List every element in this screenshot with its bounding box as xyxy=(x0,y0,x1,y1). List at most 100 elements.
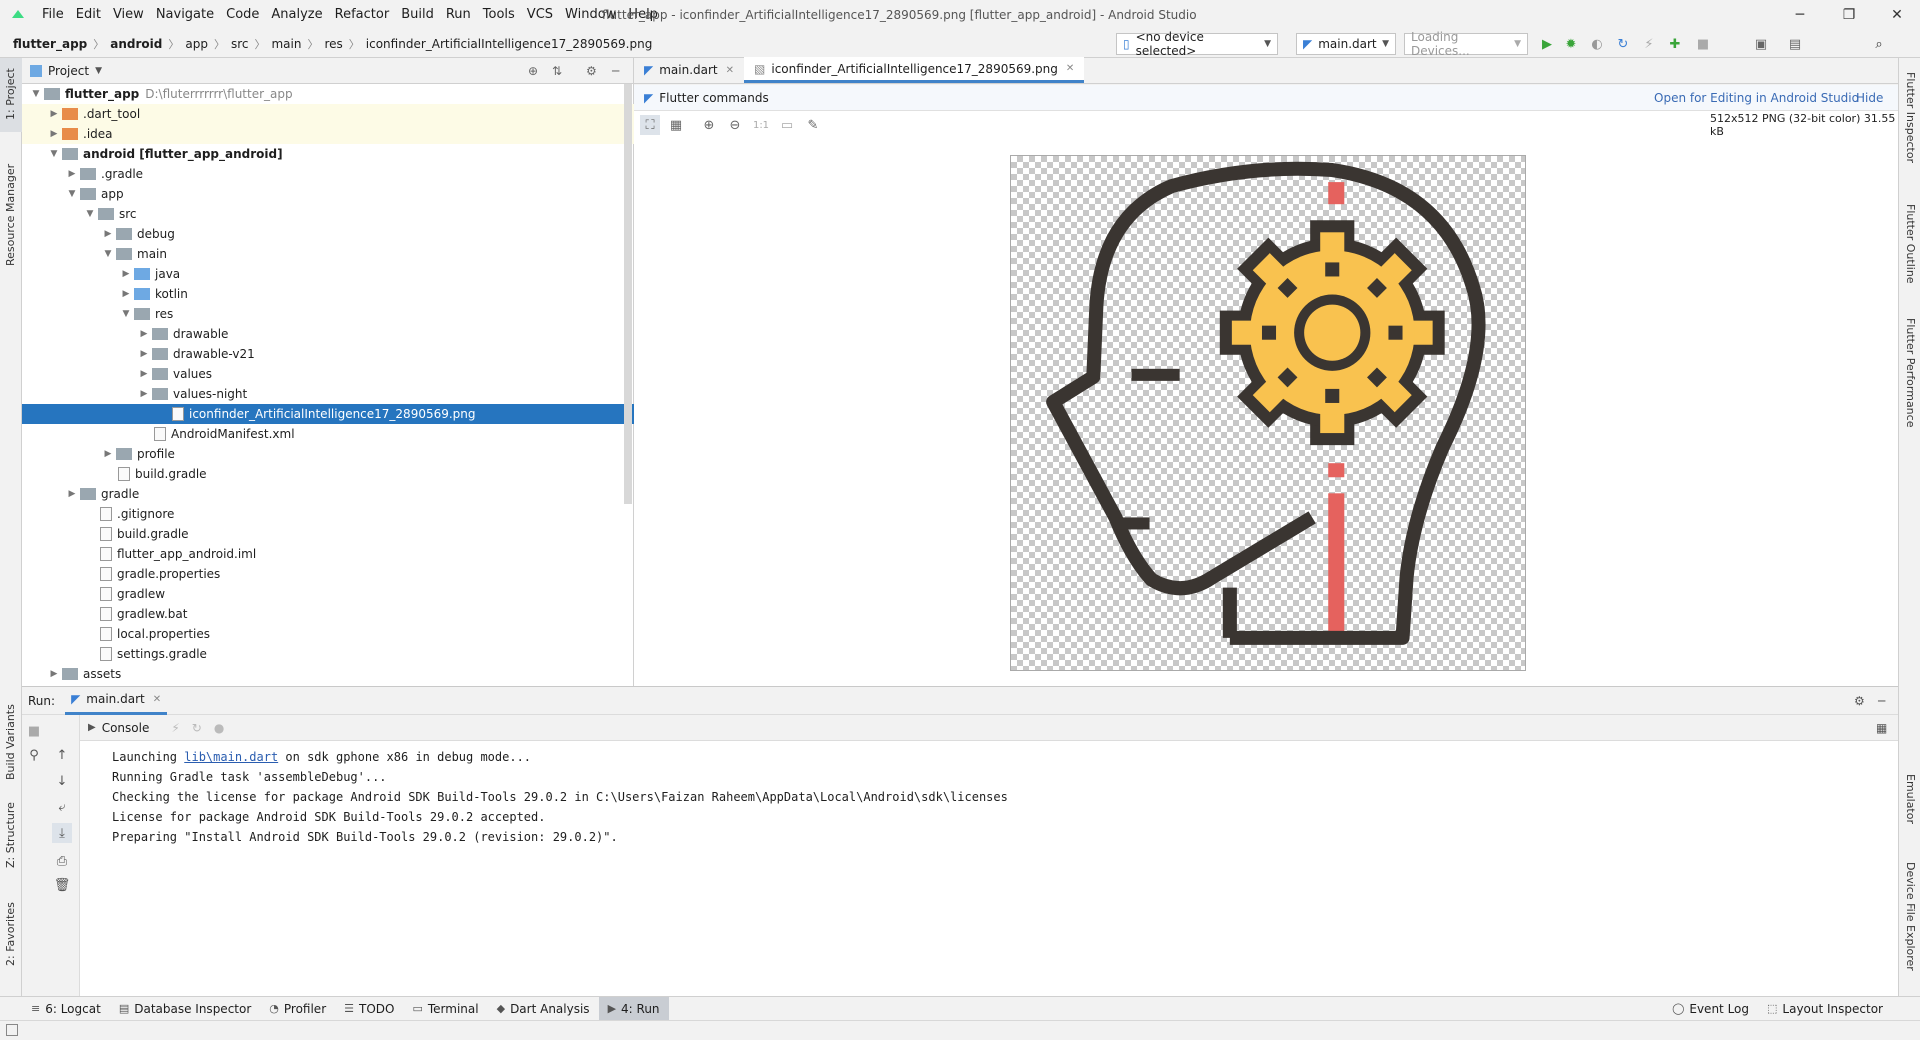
tree-row[interactable]: .gitignore xyxy=(22,504,634,524)
sdk-manager-icon[interactable]: ▣ xyxy=(1752,35,1770,53)
project-tree-scrollbar[interactable] xyxy=(624,84,632,504)
tree-row[interactable]: local.properties xyxy=(22,624,634,644)
collapsed-arrow-icon[interactable]: ▶ xyxy=(66,489,78,499)
record-icon[interactable]: ● xyxy=(214,721,224,735)
maximize-button[interactable]: ❐ xyxy=(1826,0,1872,30)
tree-row[interactable]: ▶ .idea xyxy=(22,124,634,144)
menu-run[interactable]: Run xyxy=(440,0,477,30)
collapsed-arrow-icon[interactable]: ▶ xyxy=(48,109,60,119)
editor-tab[interactable]: ▧ iconfinder_ArtificialIntelligence17_289… xyxy=(744,57,1085,83)
target-device-selector[interactable]: Loading Devices... ▼ xyxy=(1404,30,1528,58)
attach-debugger-icon[interactable]: ✚ xyxy=(1666,35,1684,53)
tree-row[interactable]: ▼ main xyxy=(22,244,634,264)
tree-row[interactable]: iconfinder_ArtificialIntelligence17_2890… xyxy=(22,404,634,424)
expanded-arrow-icon[interactable]: ▼ xyxy=(84,209,96,219)
grid-icon[interactable]: ▦ xyxy=(666,115,686,135)
gear-icon[interactable]: ⚙ xyxy=(586,64,597,78)
editor-tab[interactable]: ◤ main.dart ✕ xyxy=(634,57,744,83)
breadcrumb-item[interactable]: res xyxy=(321,37,345,51)
tree-row[interactable]: ▼ flutter_app D:\fluterrrrrrr\flutter_app xyxy=(22,84,634,104)
hot-restart-icon[interactable]: ↻ xyxy=(192,721,202,735)
expanded-arrow-icon[interactable]: ▼ xyxy=(102,249,114,259)
collapsed-arrow-icon[interactable]: ▶ xyxy=(138,329,150,339)
menu-refactor[interactable]: Refactor xyxy=(329,0,396,30)
collapsed-arrow-icon[interactable]: ▶ xyxy=(138,389,150,399)
tree-row[interactable]: ▼ res xyxy=(22,304,634,324)
tree-row[interactable]: AndroidManifest.xml xyxy=(22,424,634,444)
tree-row[interactable]: flutter_app_android.iml xyxy=(22,544,634,564)
run-config-selector[interactable]: ◤ main.dart ▼ xyxy=(1296,33,1396,55)
scroll-to-end-icon[interactable]: ⤓ xyxy=(52,823,72,843)
console-file-link[interactable]: lib\main.dart xyxy=(184,750,278,764)
gear-icon[interactable]: ⚙ xyxy=(1854,694,1865,708)
scroll-down-icon[interactable]: ↓ xyxy=(52,771,72,791)
tree-row[interactable]: ▶ assets xyxy=(22,664,634,684)
stop-icon[interactable]: ■ xyxy=(24,721,44,741)
menu-build[interactable]: Build xyxy=(395,0,440,30)
minimize-button[interactable]: ─ xyxy=(1777,0,1823,30)
menu-analyze[interactable]: Analyze xyxy=(265,0,328,30)
structure-tool-label[interactable]: Z: Structure xyxy=(4,802,17,868)
console-tab[interactable]: Console xyxy=(102,721,150,735)
favorites-tool-label[interactable]: 2: Favorites xyxy=(4,902,17,966)
tool-window-button[interactable]: ⬚ Layout Inspector xyxy=(1758,997,1892,1021)
expanded-arrow-icon[interactable]: ▼ xyxy=(66,189,78,199)
tool-window-button[interactable]: ▤ Database Inspector xyxy=(110,997,260,1021)
breadcrumb-item[interactable]: flutter_app xyxy=(10,37,90,51)
tree-row[interactable]: gradlew.bat xyxy=(22,604,634,624)
expanded-arrow-icon[interactable]: ▼ xyxy=(48,149,60,159)
debug-icon[interactable]: ✹ xyxy=(1562,35,1580,53)
hide-panel-icon[interactable]: ─ xyxy=(1878,694,1885,708)
stop-icon[interactable]: ■ xyxy=(1694,35,1712,53)
tree-row[interactable]: ▶ java xyxy=(22,264,634,284)
breadcrumb-item[interactable]: src xyxy=(228,37,252,51)
tree-row[interactable]: settings.gradle xyxy=(22,644,634,664)
trash-icon[interactable]: 🗑 xyxy=(52,875,72,895)
flutter-outline-tool-label[interactable]: Flutter Outline xyxy=(1904,204,1917,284)
tree-row[interactable]: ▼ android [flutter_app_android] xyxy=(22,144,634,164)
tree-row[interactable]: gradle.properties xyxy=(22,564,634,584)
collapsed-arrow-icon[interactable]: ▶ xyxy=(102,229,114,239)
menu-edit[interactable]: Edit xyxy=(70,0,107,30)
project-view-selector[interactable]: Project xyxy=(48,64,89,78)
tree-row[interactable]: ▶ gradle xyxy=(22,484,634,504)
close-tab-icon[interactable]: ✕ xyxy=(153,694,161,705)
search-icon[interactable]: ⌕ xyxy=(1870,35,1888,53)
chevron-down-icon[interactable]: ▼ xyxy=(95,66,102,76)
tree-row[interactable]: ▶ .gradle xyxy=(22,164,634,184)
layout-toggle-icon[interactable] xyxy=(6,1024,18,1036)
breadcrumb-item[interactable]: android xyxy=(107,37,165,51)
layout-options-icon[interactable]: ▦ xyxy=(1876,721,1887,735)
flutter-performance-tool-label[interactable]: Flutter Performance xyxy=(1904,318,1917,427)
tree-row[interactable]: ▶ kotlin xyxy=(22,284,634,304)
breadcrumb-item[interactable]: app xyxy=(182,37,211,51)
tree-row[interactable]: ▶ debug xyxy=(22,224,634,244)
tree-row[interactable]: ▶ values-night xyxy=(22,384,634,404)
tree-row[interactable]: ▶ profile xyxy=(22,444,634,464)
breadcrumb-item[interactable]: main xyxy=(268,37,304,51)
hide-link[interactable]: Hide xyxy=(1856,91,1883,105)
profile-icon[interactable]: ◐ xyxy=(1588,35,1606,53)
collapsed-arrow-icon[interactable]: ▶ xyxy=(102,449,114,459)
collapsed-arrow-icon[interactable]: ▶ xyxy=(120,269,132,279)
collapsed-arrow-icon[interactable]: ▶ xyxy=(48,129,60,139)
expanded-arrow-icon[interactable]: ▼ xyxy=(120,309,132,319)
print-icon[interactable]: ⎙ xyxy=(52,851,72,871)
emulator-tool-label[interactable]: Emulator xyxy=(1904,774,1917,824)
close-tab-icon[interactable]: ✕ xyxy=(726,65,734,76)
menu-code[interactable]: Code xyxy=(220,0,265,30)
tool-window-button[interactable]: ≡ 6: Logcat xyxy=(22,997,110,1021)
close-window-button[interactable]: ✕ xyxy=(1874,0,1920,30)
pin-icon[interactable]: ⚲ xyxy=(24,745,44,765)
tree-row[interactable]: ▶ drawable xyxy=(22,324,634,344)
flash-icon[interactable]: ⚡ xyxy=(1640,35,1658,53)
tool-window-button[interactable]: ◆ Dart Analysis xyxy=(488,997,599,1021)
avd-manager-icon[interactable]: ▤ xyxy=(1786,35,1804,53)
menu-view[interactable]: View xyxy=(107,0,150,30)
scroll-up-icon[interactable]: ↑ xyxy=(52,745,72,765)
zoom-in-icon[interactable]: ⊕ xyxy=(699,115,719,135)
run-icon[interactable]: ▶ xyxy=(1538,35,1556,53)
collapsed-arrow-icon[interactable]: ▶ xyxy=(66,169,78,179)
tree-row[interactable]: ▼ app xyxy=(22,184,634,204)
fit-window-icon[interactable]: ▭ xyxy=(777,115,797,135)
